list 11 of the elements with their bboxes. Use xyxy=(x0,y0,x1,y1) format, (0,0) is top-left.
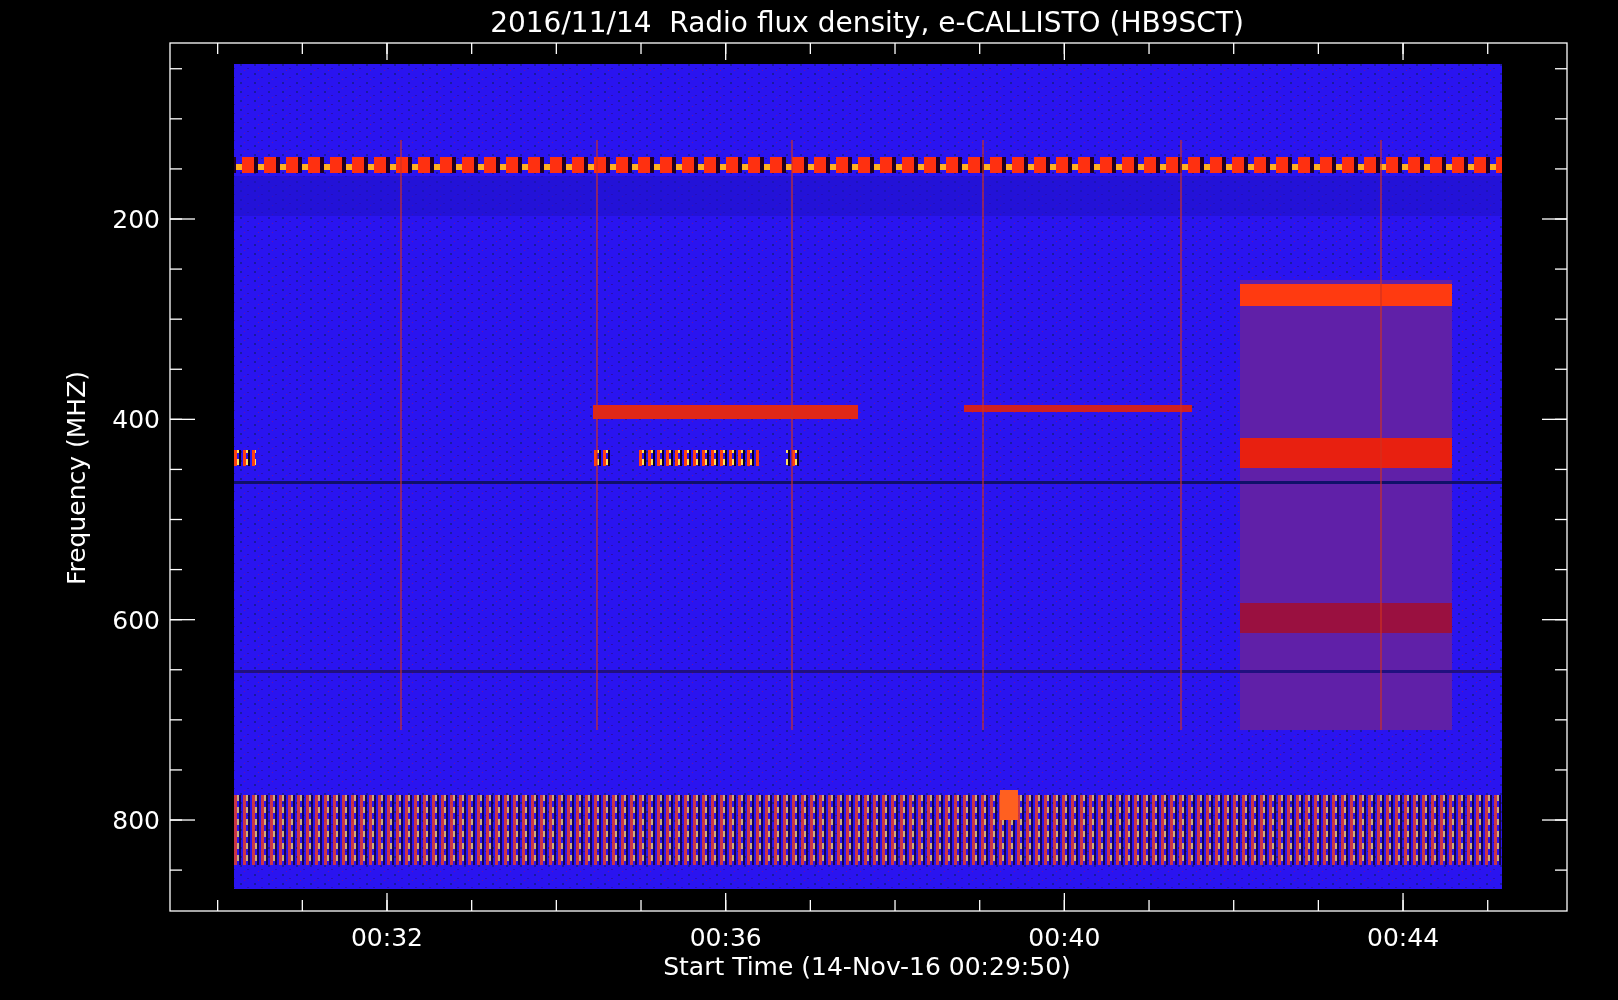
x-axis-label: Start Time (14-Nov-16 00:29:50) xyxy=(663,952,1071,981)
x-tick-label: 00:36 xyxy=(689,923,762,952)
y-axis-label: Frequency (MHZ) xyxy=(62,370,91,586)
x-tick-label: 00:32 xyxy=(351,923,423,952)
x-tick-label: 00:40 xyxy=(1028,923,1101,952)
chart-title: 2016/11/14 Radio flux density, e-CALLISTO (HB9SCT) xyxy=(490,6,1244,39)
y-tick-label: 400 xyxy=(112,405,160,435)
y-tick-label: 600 xyxy=(112,605,160,635)
y-tick-label: 800 xyxy=(112,806,160,835)
y-tick-label: 200 xyxy=(112,205,160,234)
x-tick-label: 00:44 xyxy=(1367,923,1440,952)
